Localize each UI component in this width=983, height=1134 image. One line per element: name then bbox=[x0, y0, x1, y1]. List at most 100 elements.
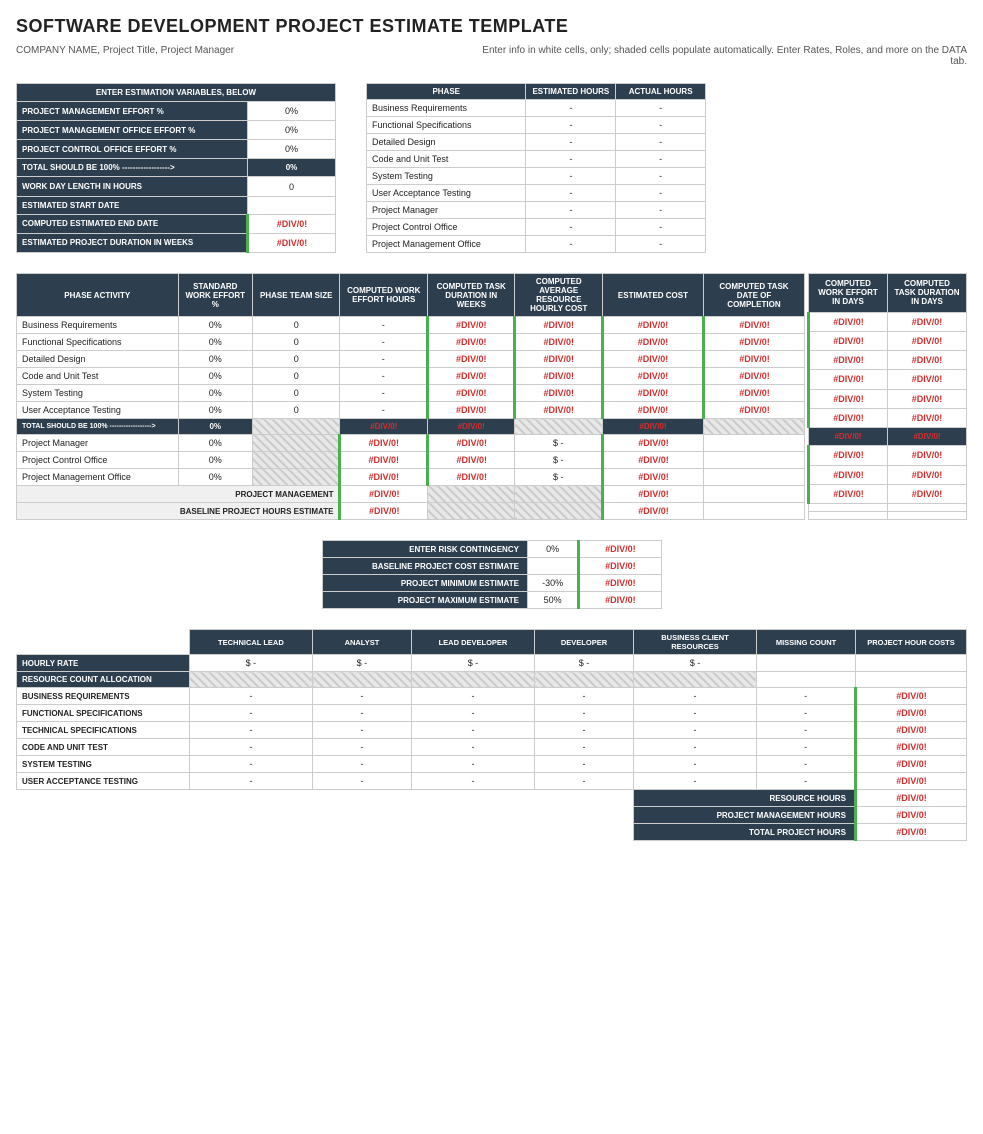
risk-label-1: BASELINE PROJECT COST ESTIMATE bbox=[322, 558, 527, 575]
res-val-0-4[interactable]: - bbox=[633, 688, 756, 705]
res-val-5-4[interactable]: - bbox=[633, 773, 756, 790]
subtitle-left: COMPANY NAME, Project Title, Project Man… bbox=[16, 45, 234, 67]
phase-est-3[interactable]: - bbox=[526, 151, 616, 168]
res-val-2-1[interactable]: - bbox=[313, 722, 412, 739]
phase-est-5[interactable]: - bbox=[526, 185, 616, 202]
team-0[interactable]: 0 bbox=[252, 317, 340, 334]
res-val-3-3[interactable]: - bbox=[535, 739, 634, 756]
pct-1[interactable]: 0% bbox=[178, 334, 252, 351]
res-missing-2: - bbox=[757, 722, 856, 739]
pct-4[interactable]: 0% bbox=[178, 385, 252, 402]
duration-wk-1: #DIV/0! bbox=[427, 334, 515, 351]
mgmt-avg-2: $ - bbox=[515, 469, 603, 486]
res-val-2-3[interactable]: - bbox=[535, 722, 634, 739]
res-row-label-4: SYSTEM TESTING bbox=[17, 756, 190, 773]
avg-cost-3: #DIV/0! bbox=[515, 368, 603, 385]
res-val-5-0[interactable]: - bbox=[189, 773, 312, 790]
phase-act-7: - bbox=[616, 219, 706, 236]
res-val-5-3[interactable]: - bbox=[535, 773, 634, 790]
pct-2[interactable]: 0% bbox=[178, 351, 252, 368]
main-table-section: PHASE ACTIVITY STANDARD WORK EFFORT % PH… bbox=[16, 273, 967, 520]
res-val-1-1[interactable]: - bbox=[313, 705, 412, 722]
res-val-3-2[interactable]: - bbox=[411, 739, 534, 756]
res-val-4-0[interactable]: - bbox=[189, 756, 312, 773]
res-row-0: BUSINESS REQUIREMENTS - - - - - - #DIV/0… bbox=[17, 688, 967, 705]
res-val-5-1[interactable]: - bbox=[313, 773, 412, 790]
est-label-3: TOTAL SHOULD BE 100% ------------------> bbox=[17, 159, 248, 177]
phase-name-7: Project Control Office bbox=[367, 219, 526, 236]
mgmt-dur-2: #DIV/0! bbox=[427, 469, 515, 486]
res-summary-2: TOTAL PROJECT HOURS #DIV/0! bbox=[17, 824, 967, 841]
res-val-1-4[interactable]: - bbox=[633, 705, 756, 722]
rate-4[interactable]: $ - bbox=[633, 655, 756, 672]
phase-est-7[interactable]: - bbox=[526, 219, 616, 236]
res-val-1-0[interactable]: - bbox=[189, 705, 312, 722]
res-val-4-1[interactable]: - bbox=[313, 756, 412, 773]
phase-est-6[interactable]: - bbox=[526, 202, 616, 219]
res-val-2-4[interactable]: - bbox=[633, 722, 756, 739]
rate-0[interactable]: $ - bbox=[189, 655, 312, 672]
rate-3[interactable]: $ - bbox=[535, 655, 634, 672]
res-val-0-1[interactable]: - bbox=[313, 688, 412, 705]
res-val-4-3[interactable]: - bbox=[535, 756, 634, 773]
risk-pct-0[interactable]: 0% bbox=[527, 541, 578, 558]
phase-est-0[interactable]: - bbox=[526, 100, 616, 117]
rate-1[interactable]: $ - bbox=[313, 655, 412, 672]
res-val-3-4[interactable]: - bbox=[633, 739, 756, 756]
right-pm-spacer bbox=[809, 504, 967, 512]
res-val-3-0[interactable]: - bbox=[189, 739, 312, 756]
col4-header: COMPUTED WORK EFFORT HOURS bbox=[340, 274, 428, 317]
team-1[interactable]: 0 bbox=[252, 334, 340, 351]
rate-2[interactable]: $ - bbox=[411, 655, 534, 672]
effort-hrs-0: - bbox=[340, 317, 428, 334]
res-val-3-1[interactable]: - bbox=[313, 739, 412, 756]
pm-cost: #DIV/0! bbox=[602, 486, 703, 503]
phase-act-3: - bbox=[616, 151, 706, 168]
res-val-0-3[interactable]: - bbox=[535, 688, 634, 705]
col10-header: COMPUTED TASK DURATION IN DAYS bbox=[888, 274, 967, 313]
est-val-2[interactable]: 0% bbox=[248, 140, 336, 159]
pct-3[interactable]: 0% bbox=[178, 368, 252, 385]
avg-cost-2: #DIV/0! bbox=[515, 351, 603, 368]
team-2[interactable]: 0 bbox=[252, 351, 340, 368]
team-5[interactable]: 0 bbox=[252, 402, 340, 419]
res-val-2-2[interactable]: - bbox=[411, 722, 534, 739]
phase-est-1[interactable]: - bbox=[526, 117, 616, 134]
res-val-2-0[interactable]: - bbox=[189, 722, 312, 739]
mgmt-pct-1[interactable]: 0% bbox=[178, 452, 252, 469]
res-val-4-4[interactable]: - bbox=[633, 756, 756, 773]
res-val-4-2[interactable]: - bbox=[411, 756, 534, 773]
res-sum-val-0: #DIV/0! bbox=[855, 790, 966, 807]
risk-val-1: #DIV/0! bbox=[579, 558, 661, 575]
res-row-5: USER ACCEPTANCE TESTING - - - - - - #DIV… bbox=[17, 773, 967, 790]
phase-act-8: - bbox=[616, 236, 706, 253]
team-3[interactable]: 0 bbox=[252, 368, 340, 385]
est-val-0[interactable]: 0% bbox=[248, 102, 336, 121]
activity-3: Code and Unit Test bbox=[17, 368, 179, 385]
phase-est-8[interactable]: - bbox=[526, 236, 616, 253]
est-val-5[interactable] bbox=[248, 196, 336, 214]
mgmt-pct-0[interactable]: 0% bbox=[178, 435, 252, 452]
page-title: SOFTWARE DEVELOPMENT PROJECT ESTIMATE TE… bbox=[16, 16, 967, 37]
res-val-0-2[interactable]: - bbox=[411, 688, 534, 705]
res-missing-4: - bbox=[757, 756, 856, 773]
risk-val-3: #DIV/0! bbox=[579, 592, 661, 609]
est-val-4[interactable]: 0 bbox=[248, 177, 336, 196]
res-val-0-0[interactable]: - bbox=[189, 688, 312, 705]
phase-est-4[interactable]: - bbox=[526, 168, 616, 185]
res-val-5-2[interactable]: - bbox=[411, 773, 534, 790]
pct-0[interactable]: 0% bbox=[178, 317, 252, 334]
duration-wk-3: #DIV/0! bbox=[427, 368, 515, 385]
team-4[interactable]: 0 bbox=[252, 385, 340, 402]
pct-5[interactable]: 0% bbox=[178, 402, 252, 419]
col9-header: COMPUTED WORK EFFORT IN DAYS bbox=[809, 274, 888, 313]
mgmt-pct-2[interactable]: 0% bbox=[178, 469, 252, 486]
dur-days-3: #DIV/0! bbox=[888, 370, 967, 389]
right-row-5: #DIV/0! #DIV/0! bbox=[809, 408, 967, 427]
res-val-1-2[interactable]: - bbox=[411, 705, 534, 722]
phase-est-2[interactable]: - bbox=[526, 134, 616, 151]
res-val-1-3[interactable]: - bbox=[535, 705, 634, 722]
est-row-5: ESTIMATED START DATE bbox=[17, 196, 336, 214]
est-val-1[interactable]: 0% bbox=[248, 121, 336, 140]
res-missing-0: - bbox=[757, 688, 856, 705]
